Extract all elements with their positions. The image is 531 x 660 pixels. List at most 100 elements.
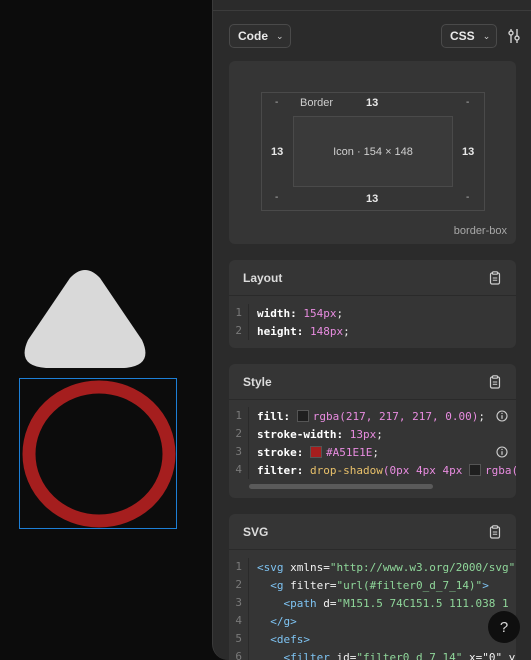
box-sizing-label: border-box: [453, 225, 507, 237]
color-swatch[interactable]: [309, 445, 322, 458]
svg-section: SVG 1 <svg xmlns="http://www.w3.org/2000…: [229, 514, 516, 660]
xml-attribute: x="0" y: [462, 650, 516, 660]
outer-top-right-value: -: [466, 97, 470, 108]
outer-top-left-value: -: [275, 97, 279, 108]
settings-sliders-icon[interactable]: [505, 27, 523, 45]
css-value: 154px: [303, 306, 337, 320]
line-number: 5: [229, 630, 249, 648]
layout-code[interactable]: 1 width: 154px; 2 height: 148px;: [229, 296, 516, 340]
layout-header: Layout: [229, 260, 516, 296]
clipboard-copy-icon[interactable]: [488, 270, 502, 285]
line-number: 2: [229, 576, 249, 594]
border-left-value: 13: [271, 146, 284, 158]
layout-section: Layout 1 width: 154px; 2 height: 148px;: [229, 260, 516, 348]
circle-shape[interactable]: [22, 380, 176, 528]
style-section: Style 1 fill: rgba(217, 217, 217, 0.00);…: [229, 364, 516, 498]
code-line: 2 stroke-width: 13px;: [229, 425, 516, 443]
border-right-value: 13: [462, 146, 475, 158]
layout-title: Layout: [243, 270, 283, 285]
xml-string: "M151.5 74C151.5 111.038 1: [336, 596, 509, 610]
inspector-panel: Code ⌄ CSS ⌄ Border 13 - - 13 13 - 13 - …: [212, 0, 531, 660]
outer-bottom-right-value: -: [466, 192, 470, 203]
code-content: fill: rgba(217, 217, 217, 0.00);: [249, 409, 485, 423]
css-property: width:: [257, 306, 297, 320]
code-content: <path d="M151.5 74C151.5 111.038 1: [249, 596, 509, 610]
xml-tag: <g: [257, 578, 284, 592]
xml-tag: <svg: [257, 560, 284, 574]
box-model: Border 13 - - 13 13 - 13 - Icon · 154 × …: [229, 61, 516, 244]
code-content: stroke-width: 13px;: [249, 428, 383, 441]
code-content: height: 148px;: [249, 325, 350, 338]
border-top-value: 13: [366, 97, 379, 109]
code-content: filter: drop-shadow(0px 4px 4px rgba(: [249, 463, 516, 477]
css-function: drop-shadow: [309, 463, 383, 477]
content-size-label: Icon · 154 × 148: [333, 145, 413, 158]
code-content: </g>: [249, 615, 297, 628]
code-content: <defs>: [249, 633, 310, 646]
content-box: Icon · 154 × 148: [293, 116, 453, 187]
border-label: Border: [300, 97, 334, 109]
css-value: 148px: [309, 324, 344, 338]
line-number: 1: [229, 558, 249, 576]
help-button-label: ?: [499, 618, 509, 636]
code-content: <svg xmlns="http://www.w3.org/2000/svg": [249, 561, 515, 574]
line-number: 3: [229, 443, 249, 461]
line-number: 1: [229, 304, 249, 322]
svg-code[interactable]: 1 <svg xmlns="http://www.w3.org/2000/svg…: [229, 550, 516, 660]
triangle-shape[interactable]: [22, 268, 148, 370]
line-number: 3: [229, 594, 249, 612]
xml-tag: >: [482, 578, 489, 592]
format-dropdown[interactable]: Code ⌄: [229, 24, 291, 48]
xml-string: "filter0_d_7_14": [356, 650, 463, 660]
chevron-down-icon: ⌄: [482, 30, 491, 41]
code-line: 1 <svg xmlns="http://www.w3.org/2000/svg…: [229, 558, 516, 576]
code-content: <filter id="filter0_d_7_14" x="0" y: [249, 651, 515, 660]
color-swatch[interactable]: [296, 409, 309, 422]
xml-tag: <defs>: [257, 632, 310, 646]
css-value: #A51E1E: [325, 445, 373, 459]
css-property: filter:: [257, 463, 304, 477]
code-line: 2 <g filter="url(#filter0_d_7_14)">: [229, 576, 516, 594]
svg-title: SVG: [243, 524, 269, 539]
line-number: 2: [229, 425, 249, 443]
css-property: height:: [257, 324, 304, 338]
css-property: fill:: [257, 409, 291, 423]
horizontal-scrollbar[interactable]: [249, 484, 433, 489]
code-line: 5 <defs>: [229, 630, 516, 648]
code-line: 3 <path d="M151.5 74C151.5 111.038 1: [229, 594, 516, 612]
info-icon[interactable]: [496, 446, 508, 458]
language-dropdown[interactable]: CSS ⌄: [441, 24, 497, 48]
xml-tag: <filter: [257, 650, 330, 660]
clipboard-copy-icon[interactable]: [488, 524, 502, 539]
style-code[interactable]: 1 fill: rgba(217, 217, 217, 0.00); 2 str…: [229, 400, 516, 489]
xml-attribute: d=: [316, 596, 337, 610]
design-canvas[interactable]: [0, 0, 212, 660]
code-line: 4 filter: drop-shadow(0px 4px 4px rgba(: [229, 461, 516, 479]
format-dropdown-label: Code: [238, 29, 268, 43]
border-box: Border 13 - - 13 13 - 13 - Icon · 154 × …: [261, 92, 485, 211]
semicolon: ;: [343, 324, 350, 338]
css-value: (0px 4px 4px: [382, 463, 463, 477]
semicolon: ;: [478, 409, 485, 423]
css-value: rgba(: [484, 463, 516, 477]
code-content: width: 154px;: [249, 307, 343, 320]
code-content: stroke: #A51E1E;: [249, 445, 379, 459]
divider: [213, 10, 531, 11]
info-icon[interactable]: [496, 410, 508, 422]
line-number: 4: [229, 612, 249, 630]
color-swatch[interactable]: [468, 463, 481, 476]
line-number: 6: [229, 648, 249, 660]
css-property: stroke:: [257, 445, 304, 459]
xml-string: "http://www.w3.org/2000/svg": [329, 560, 516, 574]
xml-string: "url(#filter0_d_7_14)": [336, 578, 483, 592]
clipboard-copy-icon[interactable]: [488, 374, 502, 389]
xml-attribute: id=: [329, 650, 357, 660]
help-button[interactable]: ?: [488, 611, 520, 643]
code-line: 3 stroke: #A51E1E;: [229, 443, 516, 461]
code-line: 1 fill: rgba(217, 217, 217, 0.00);: [229, 407, 516, 425]
line-number: 2: [229, 322, 249, 340]
line-number: 4: [229, 461, 249, 479]
code-line: 1 width: 154px;: [229, 304, 516, 322]
semicolon: ;: [336, 306, 344, 320]
language-dropdown-label: CSS: [450, 29, 475, 43]
